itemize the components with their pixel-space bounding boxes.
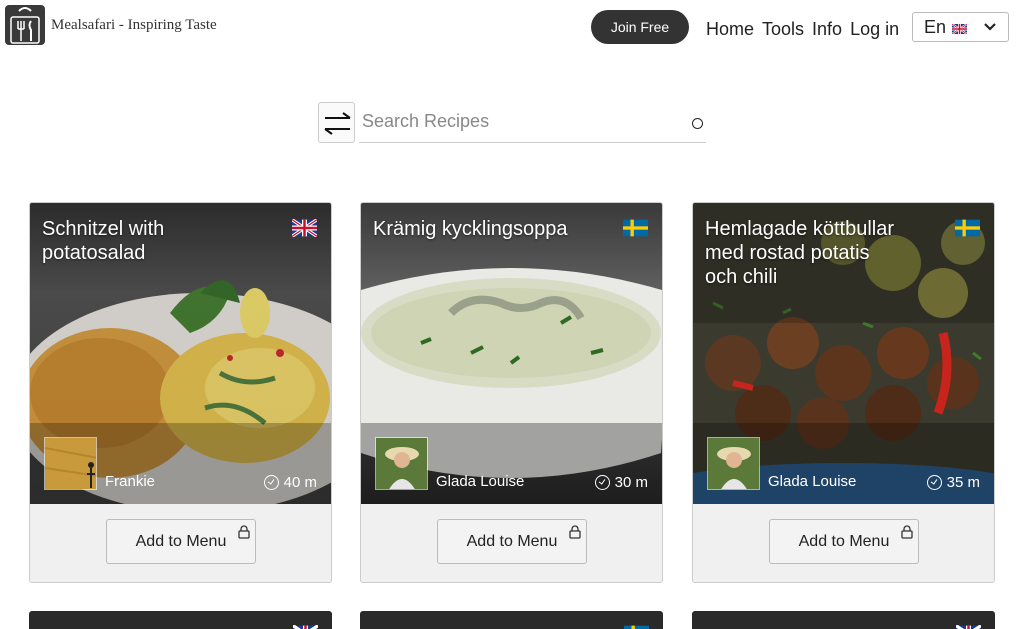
- recipe-card-partial[interactable]: [29, 611, 332, 629]
- lock-icon: [901, 525, 913, 539]
- nav-login[interactable]: Log in: [850, 18, 899, 40]
- cook-time-value: 40 m: [283, 474, 317, 491]
- recipe-card[interactable]: Krämig kycklingsoppa Glada Louise 30 m A…: [360, 202, 663, 583]
- recipe-image[interactable]: Krämig kycklingsoppa Glada Louise 30 m: [361, 203, 662, 504]
- add-to-menu-button[interactable]: Add to Menu: [437, 519, 587, 564]
- nav-info[interactable]: Info: [812, 18, 842, 40]
- clock-icon: [263, 475, 279, 490]
- nav-tools[interactable]: Tools: [762, 18, 804, 40]
- filter-toggle-button[interactable]: [318, 102, 355, 143]
- add-to-menu-button[interactable]: Add to Menu: [106, 519, 256, 564]
- filter-arrows-icon: [324, 112, 351, 135]
- main-nav: Home Tools Info Log in: [706, 18, 899, 40]
- chevron-down-icon: [984, 23, 996, 31]
- recipe-image[interactable]: Schnitzel with potatosalad Frankie 40 m: [30, 203, 331, 504]
- search-input[interactable]: [362, 108, 682, 134]
- search-icon[interactable]: [692, 118, 703, 129]
- add-to-menu-label: Add to Menu: [466, 532, 558, 550]
- recipe-card[interactable]: Schnitzel with potatosalad Frankie 40 m …: [29, 202, 332, 583]
- cook-time-value: 35 m: [946, 474, 980, 491]
- add-to-menu-button[interactable]: Add to Menu: [769, 519, 919, 564]
- author-name[interactable]: Glada Louise: [768, 473, 856, 490]
- nav-home[interactable]: Home: [706, 18, 754, 40]
- recipe-title[interactable]: Krämig kycklingsoppa: [373, 217, 573, 241]
- cook-time: 40 m: [263, 474, 317, 491]
- cook-time: 35 m: [926, 474, 980, 491]
- recipe-card[interactable]: Hemlagade köttbullar med rostad potatis …: [692, 202, 995, 583]
- search-bar: [359, 102, 706, 143]
- lock-icon: [238, 525, 250, 539]
- language-label: En: [924, 16, 947, 37]
- author-name[interactable]: Frankie: [105, 473, 155, 490]
- add-to-menu-label: Add to Menu: [135, 532, 227, 550]
- recipe-card-partial[interactable]: [360, 611, 663, 629]
- add-to-menu-label: Add to Menu: [798, 532, 890, 550]
- uk-flag-icon: [956, 625, 981, 629]
- author-avatar[interactable]: [44, 437, 97, 490]
- se-flag-icon: [623, 219, 648, 237]
- recipe-title[interactable]: Hemlagade köttbullar med rostad potatis …: [705, 217, 905, 289]
- join-free-button[interactable]: Join Free: [591, 10, 689, 44]
- logo-icon[interactable]: [5, 5, 45, 45]
- header: Mealsafari - Inspiring Taste Join Free H…: [0, 0, 1024, 52]
- recipe-card-partial[interactable]: [692, 611, 995, 629]
- uk-flag-icon: [292, 219, 317, 237]
- cook-time: 30 m: [594, 474, 648, 491]
- recipe-title[interactable]: Schnitzel with potatosalad: [42, 217, 242, 265]
- lock-icon: [569, 525, 581, 539]
- uk-flag-icon: [293, 625, 318, 629]
- author-avatar[interactable]: [707, 437, 760, 490]
- brand-name[interactable]: Mealsafari - Inspiring Taste: [51, 17, 217, 34]
- cook-time-value: 30 m: [614, 474, 648, 491]
- recipe-image[interactable]: Hemlagade köttbullar med rostad potatis …: [693, 203, 994, 504]
- se-flag-icon: [955, 219, 980, 237]
- language-select[interactable]: En: [912, 12, 1009, 42]
- author-name[interactable]: Glada Louise: [436, 473, 524, 490]
- clock-icon: [926, 475, 942, 490]
- clock-icon: [594, 475, 610, 490]
- uk-flag-icon: [952, 24, 968, 34]
- se-flag-icon: [624, 625, 649, 629]
- author-avatar[interactable]: [375, 437, 428, 490]
